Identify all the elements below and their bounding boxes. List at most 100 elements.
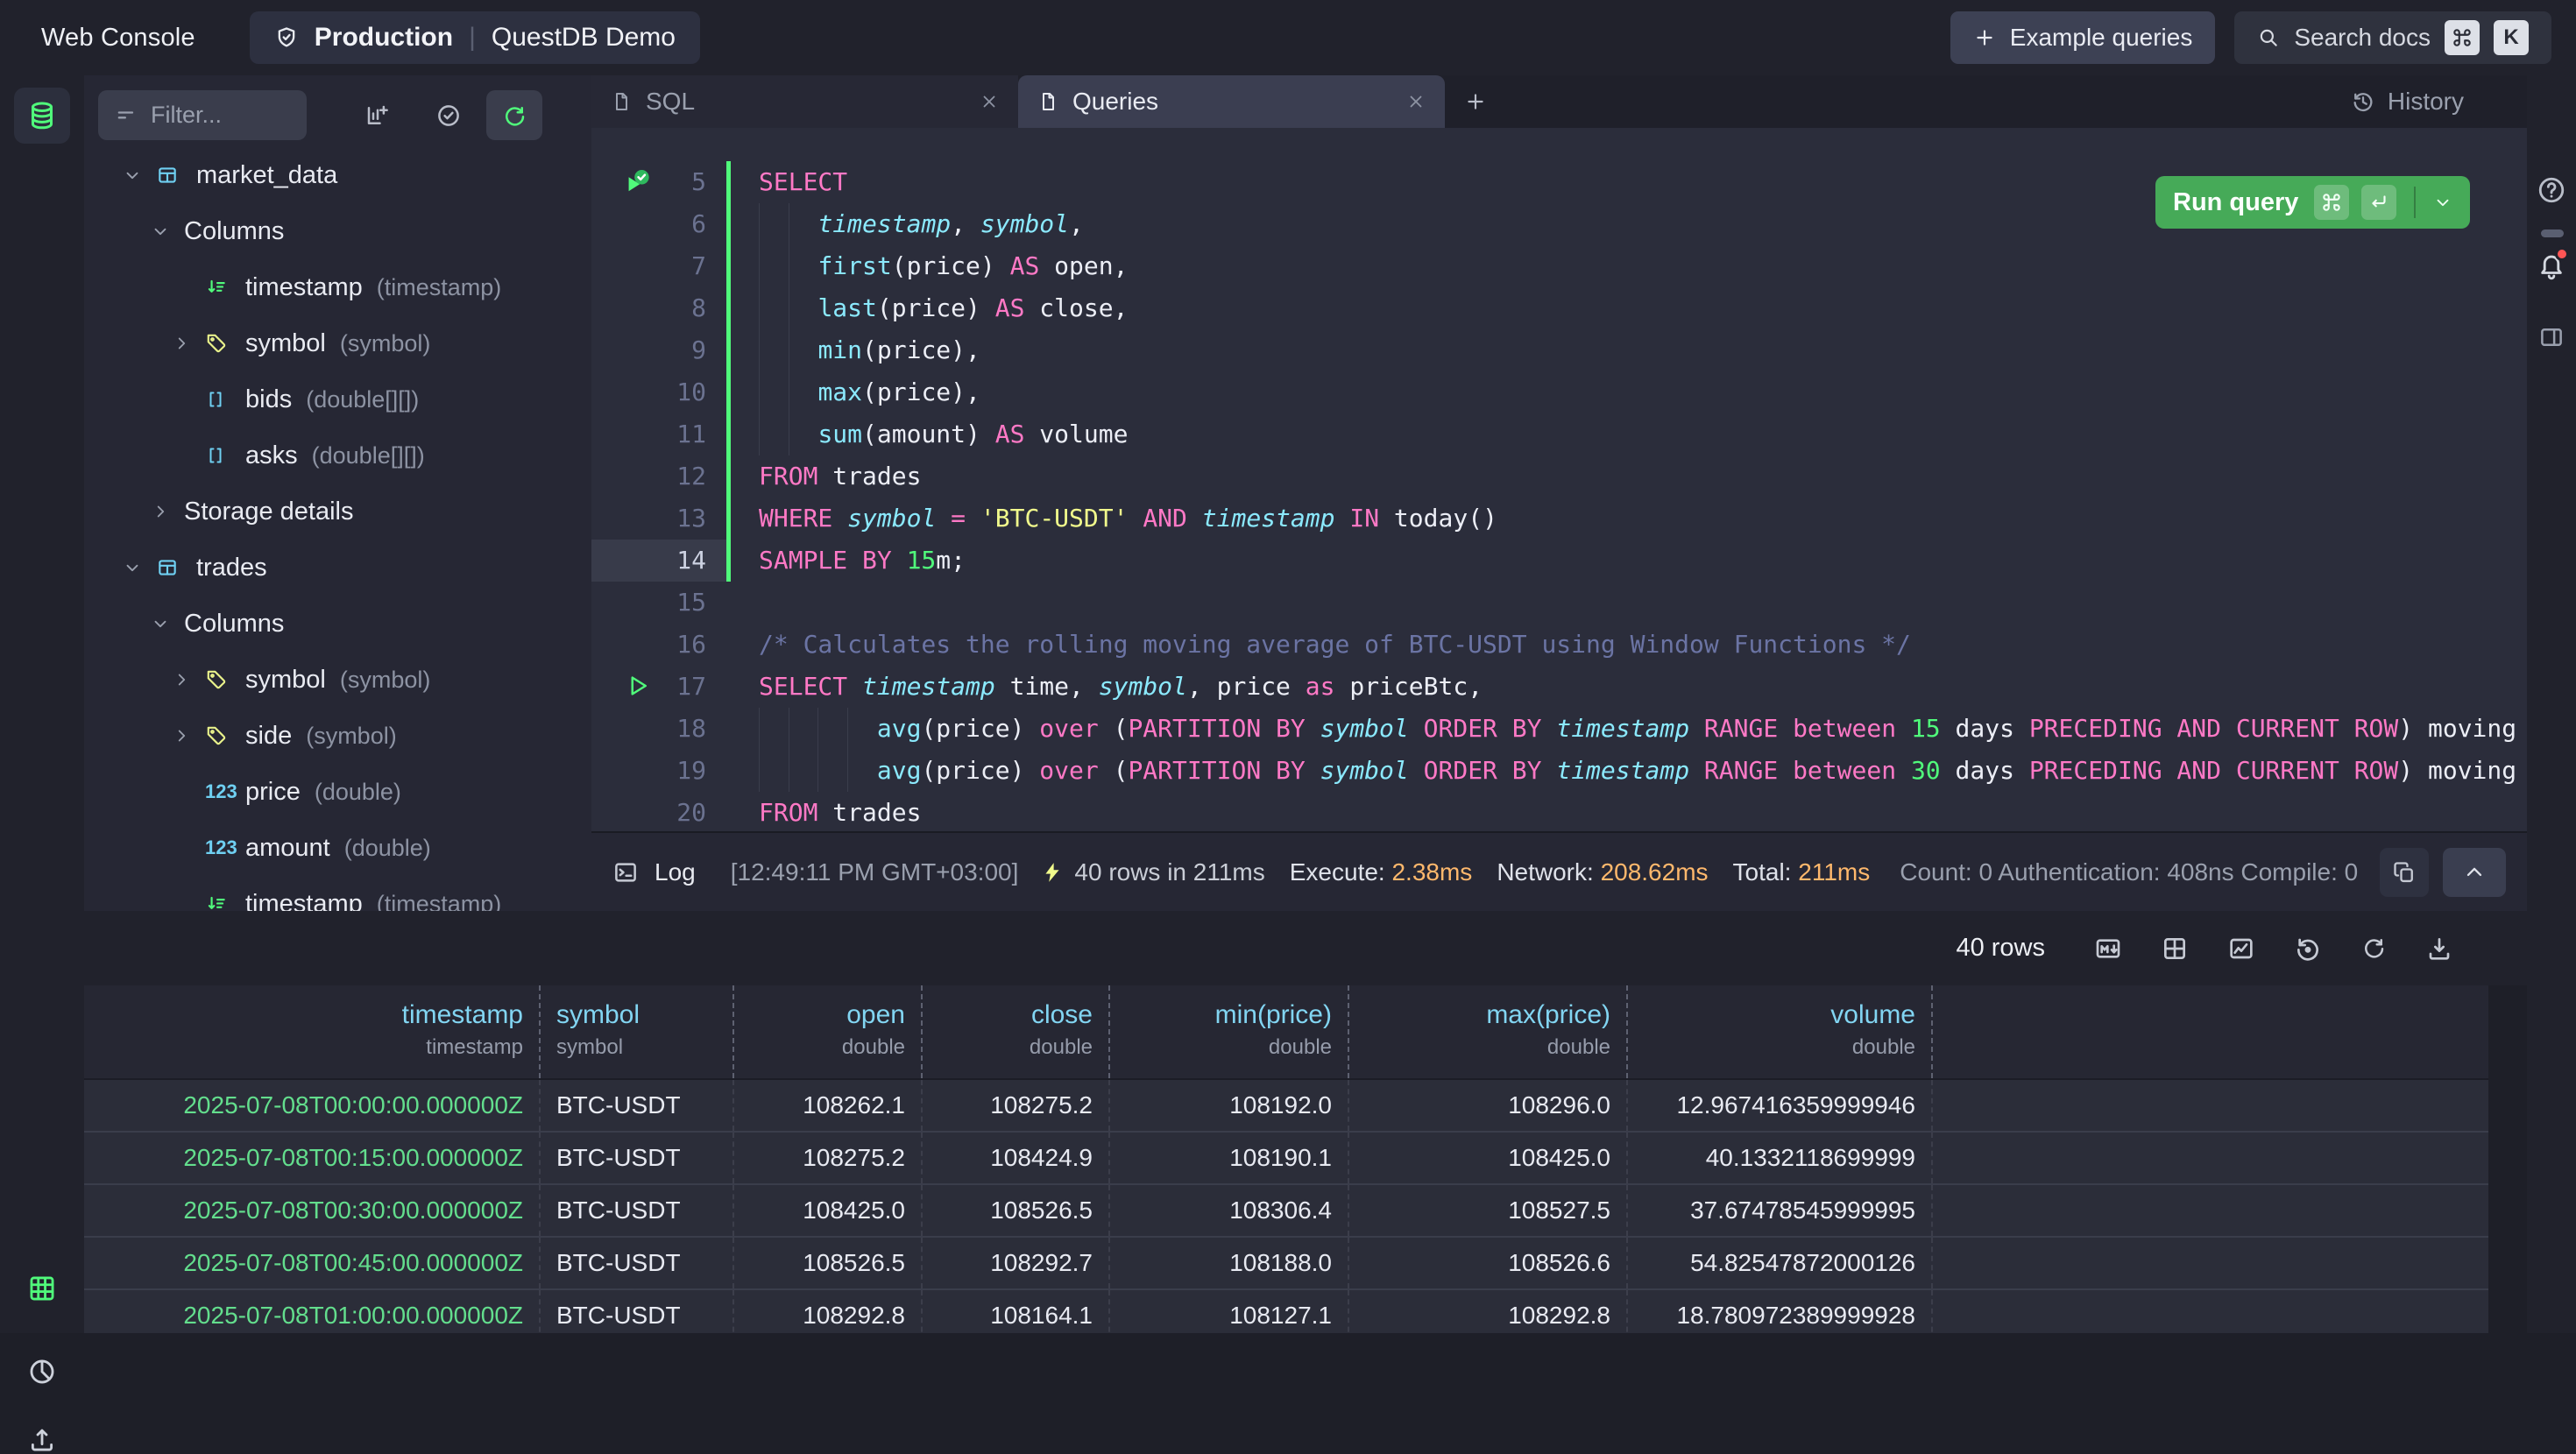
tree-chevron[interactable]	[172, 726, 205, 745]
close-icon[interactable]	[980, 92, 999, 111]
editor-scrollbar-thumb[interactable]	[2541, 229, 2564, 237]
editor-line-20[interactable]: 20 FROM trades	[591, 792, 2527, 831]
tree-item-side[interactable]: side (symbol)	[84, 708, 591, 764]
column-header-volume[interactable]: volume double	[1628, 985, 1933, 1078]
notifications-button[interactable]	[2527, 251, 2576, 280]
editor-line-19[interactable]: 19 avg(price) over (PARTITION BY symbol …	[591, 750, 2527, 792]
tree-item-timestamp[interactable]: timestamp (timestamp)	[84, 876, 591, 911]
side-panel-button[interactable]	[2527, 324, 2576, 350]
tree-item-columns[interactable]: Columns	[84, 203, 591, 259]
new-tab-button[interactable]	[1445, 75, 1506, 128]
cell-3-volume[interactable]: 54.82547872000126	[1628, 1238, 1933, 1288]
help-button[interactable]	[2527, 175, 2576, 205]
tree-item-symbol[interactable]: symbol (symbol)	[84, 315, 591, 371]
tree-chevron[interactable]	[151, 222, 184, 241]
cell-2-volume[interactable]: 37.67478545999995	[1628, 1185, 1933, 1236]
cell-1-open[interactable]: 108275.2	[734, 1133, 923, 1183]
editor-line-10[interactable]: 10 max(price),	[591, 371, 2527, 413]
cell-2-timestamp[interactable]: 2025-07-08T00:30:00.000000Z	[84, 1185, 541, 1236]
table-row[interactable]: 2025-07-08T00:45:00.000000ZBTC-USDT 10852…	[84, 1238, 2488, 1290]
editor-line-15[interactable]: 15	[591, 582, 2527, 624]
cell-1-max-price-[interactable]: 108425.0	[1349, 1133, 1628, 1183]
tree-chevron[interactable]	[123, 558, 156, 577]
editor-line-7[interactable]: 7 first(price) AS open,	[591, 245, 2527, 287]
cell-0-timestamp[interactable]: 2025-07-08T00:00:00.000000Z	[84, 1080, 541, 1131]
tree-chevron[interactable]	[172, 670, 205, 689]
column-header-timestamp[interactable]: timestamp timestamp	[84, 985, 541, 1078]
search-docs-button[interactable]: Search docs K	[2234, 11, 2551, 64]
editor-line-18[interactable]: 18 avg(price) over (PARTITION BY symbol …	[591, 708, 2527, 750]
cell-3-max-price-[interactable]: 108526.6	[1349, 1238, 1628, 1288]
column-header-open[interactable]: open double	[734, 985, 923, 1078]
cell-2-max-price-[interactable]: 108527.5	[1349, 1185, 1628, 1236]
cell-4-timestamp[interactable]: 2025-07-08T01:00:00.000000Z	[84, 1290, 541, 1333]
cell-1-volume[interactable]: 40.1332118699999	[1628, 1133, 1933, 1183]
tree-item-symbol[interactable]: symbol (symbol)	[84, 652, 591, 708]
tab-sql[interactable]: SQL	[591, 75, 1018, 128]
tree-item-price[interactable]: 123 price (double)	[84, 764, 591, 820]
cell-0-max-price-[interactable]: 108296.0	[1349, 1080, 1628, 1131]
tree-chevron[interactable]	[151, 614, 184, 633]
table-row[interactable]: 2025-07-08T00:00:00.000000ZBTC-USDT10826…	[84, 1080, 2488, 1133]
add-metrics-button[interactable]	[350, 90, 406, 140]
column-header-symbol[interactable]: symbol symbol	[541, 985, 734, 1078]
cell-4-close[interactable]: 108164.1	[923, 1290, 1110, 1333]
cell-0-close[interactable]: 108275.2	[923, 1080, 1110, 1131]
suspended-toggle-button[interactable]	[421, 90, 477, 140]
cell-0-volume[interactable]: 12.967416359999946	[1628, 1080, 1933, 1131]
tree-chevron[interactable]	[172, 334, 205, 353]
editor-line-8[interactable]: 8 last(price) AS close,	[591, 287, 2527, 329]
cell-0-open[interactable]: 108262.1	[734, 1080, 923, 1131]
grid-view-button[interactable]	[0, 1274, 84, 1303]
history-button[interactable]: History	[2351, 75, 2464, 128]
run-query-button[interactable]: Run query	[2155, 176, 2470, 229]
run-options-chevron-icon[interactable]	[2433, 193, 2452, 212]
cell-2-symbol[interactable]: BTC-USDT	[541, 1185, 734, 1236]
table-row[interactable]: 2025-07-08T00:15:00.000000ZBTC-USDT10827…	[84, 1133, 2488, 1185]
cell-4-min-price-[interactable]: 108127.1	[1110, 1290, 1349, 1333]
cell-2-open[interactable]: 108425.0	[734, 1185, 923, 1236]
editor-line-12[interactable]: 12 FROM trades	[591, 455, 2527, 498]
cell-3-close[interactable]: 108292.7	[923, 1238, 1110, 1288]
markdown-export-button[interactable]	[2094, 935, 2122, 963]
download-button[interactable]	[2425, 935, 2453, 963]
cell-1-min-price-[interactable]: 108190.1	[1110, 1133, 1349, 1183]
chart-view-button[interactable]	[0, 1357, 84, 1387]
cell-3-timestamp[interactable]: 2025-07-08T00:45:00.000000Z	[84, 1238, 541, 1288]
cell-3-min-price-[interactable]: 108188.0	[1110, 1238, 1349, 1288]
table-row[interactable]: 2025-07-08T01:00:00.000000ZBTC-USDT10829…	[84, 1290, 2488, 1333]
tree-item-asks[interactable]: asks (double[][])	[84, 427, 591, 483]
collapse-log-button[interactable]	[2443, 848, 2506, 897]
editor-line-9[interactable]: 9 min(price),	[591, 329, 2527, 371]
history-restore-button[interactable]	[2294, 935, 2322, 963]
tree-item-market-data[interactable]: market_data	[84, 147, 591, 203]
table-row[interactable]: 2025-07-08T00:30:00.000000ZBTC-USDT10842…	[84, 1185, 2488, 1238]
cell-4-max-price-[interactable]: 108292.8	[1349, 1290, 1628, 1333]
tree-item-trades[interactable]: trades	[84, 540, 591, 596]
copy-log-button[interactable]	[2380, 848, 2429, 897]
editor-line-17[interactable]: 17 SELECT timestamp time, symbol, price …	[591, 666, 2527, 708]
import-button[interactable]	[0, 1424, 84, 1454]
tree-chevron[interactable]	[151, 502, 184, 521]
filter-input[interactable]	[151, 102, 273, 129]
cell-4-volume[interactable]: 18.780972389999928	[1628, 1290, 1933, 1333]
cell-3-symbol[interactable]: BTC-USDT	[541, 1238, 734, 1288]
refresh-button[interactable]	[2360, 935, 2387, 963]
layout-grid-button[interactable]	[2161, 935, 2189, 963]
column-header-max-price-[interactable]: max(price) double	[1349, 985, 1628, 1078]
tree-chevron[interactable]	[123, 166, 156, 185]
refresh-schema-button[interactable]	[486, 90, 542, 140]
column-header-close[interactable]: close double	[923, 985, 1110, 1078]
cell-2-min-price-[interactable]: 108306.4	[1110, 1185, 1349, 1236]
tree-item-storage-details[interactable]: Storage details	[84, 483, 591, 540]
sql-editor[interactable]: 5 SELECT 6 timestamp, symbol, 7 first(pr…	[591, 128, 2527, 831]
tree-item-columns[interactable]: Columns	[84, 596, 591, 652]
tree-item-bids[interactable]: bids (double[][])	[84, 371, 591, 427]
editor-line-11[interactable]: 11 sum(amount) AS volume	[591, 413, 2527, 455]
schema-filter[interactable]	[98, 90, 307, 140]
cell-4-open[interactable]: 108292.8	[734, 1290, 923, 1333]
editor-line-16[interactable]: 16 /* Calculates the rolling moving aver…	[591, 624, 2527, 666]
chart-button[interactable]	[2227, 935, 2255, 963]
cell-4-symbol[interactable]: BTC-USDT	[541, 1290, 734, 1333]
cell-1-symbol[interactable]: BTC-USDT	[541, 1133, 734, 1183]
